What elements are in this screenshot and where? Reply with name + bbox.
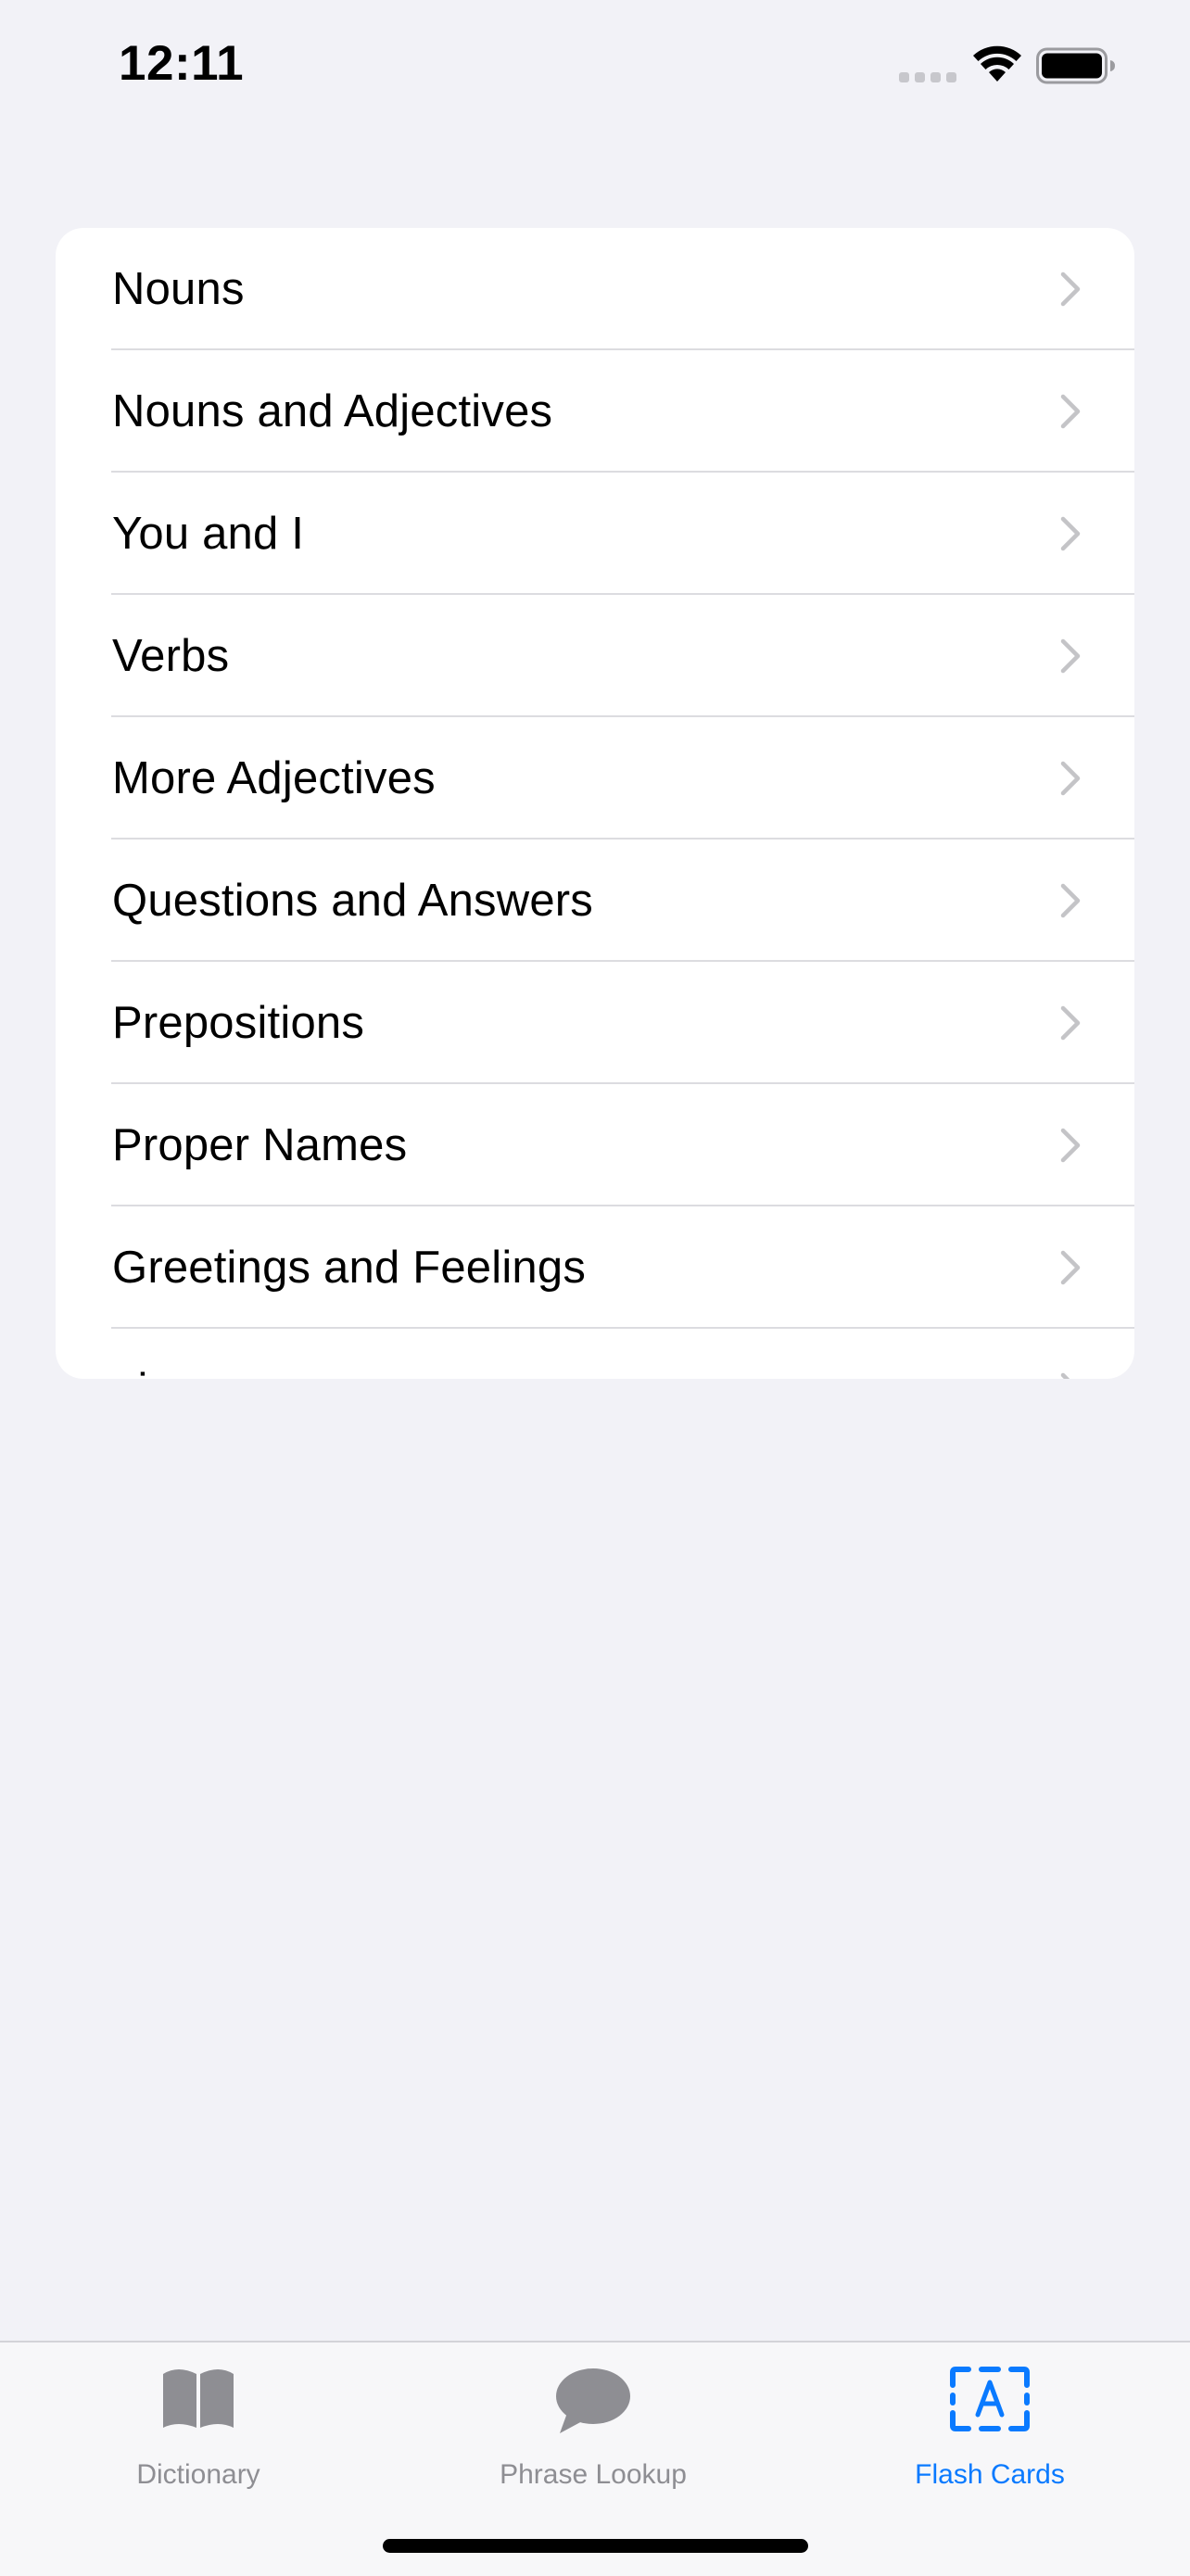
wifi-icon [973,45,1021,82]
list-item-label: Nouns and Adjectives [112,386,553,436]
list-item-label: Proper Names [112,1120,408,1170]
status-time: 12:11 [119,36,245,91]
tab-flash-cards[interactable]: Flash Cards [823,2342,1157,2500]
list-item-label: pi [112,1364,148,1379]
chevron-right-icon [1060,638,1081,674]
list-item[interactable]: Verbs [56,595,1134,717]
list-item[interactable]: Nouns and Adjectives [56,350,1134,473]
list-item[interactable]: Proper Names [56,1084,1134,1206]
list-item[interactable]: Prepositions [56,962,1134,1084]
chevron-right-icon [1060,761,1081,796]
chevron-right-icon [1060,1005,1081,1041]
tab-phrase-lookup[interactable]: Phrase Lookup [426,2342,760,2500]
speech-bubble-icon [556,2368,630,2433]
chevron-right-icon [1060,1128,1081,1163]
list-item-label: Greetings and Feelings [112,1243,587,1293]
list-item[interactable]: Nouns [56,228,1134,350]
status-bar: 12:11 [0,0,1190,139]
list-item[interactable]: Greetings and Feelings [56,1206,1134,1329]
tab-dictionary-label: Dictionary [136,2459,260,2490]
list-item[interactable]: More Adjectives [56,717,1134,840]
chevron-right-icon [1060,394,1081,429]
battery-icon [1036,47,1115,84]
list-item-label: Verbs [112,631,230,681]
home-indicator[interactable] [383,2539,808,2553]
list-item[interactable]: pi [56,1329,1134,1379]
list-item-label: You and I [112,509,305,559]
flash-card-set-list: Nouns Nouns and Adjectives You and I Ver… [56,228,1134,1379]
tab-phrase-lookup-label: Phrase Lookup [500,2459,687,2490]
list-item[interactable]: You and I [56,473,1134,595]
book-icon [163,2369,234,2428]
list-item-label: Prepositions [112,998,365,1048]
chevron-right-icon [1060,1250,1081,1285]
list-item-label: More Adjectives [112,753,436,803]
chevron-right-icon [1060,271,1081,307]
tab-dictionary[interactable]: Dictionary [32,2342,365,2500]
chevron-right-icon [1060,883,1081,918]
list-item[interactable]: Questions and Answers [56,840,1134,962]
cellular-signal-icon [899,72,956,83]
list-item-label: Nouns [112,264,245,314]
flash-card-icon [950,2367,1030,2431]
chevron-right-icon [1060,1372,1070,1379]
list-item-label: Questions and Answers [112,876,593,926]
chevron-right-icon [1060,516,1081,551]
tab-flash-cards-label: Flash Cards [915,2459,1065,2490]
